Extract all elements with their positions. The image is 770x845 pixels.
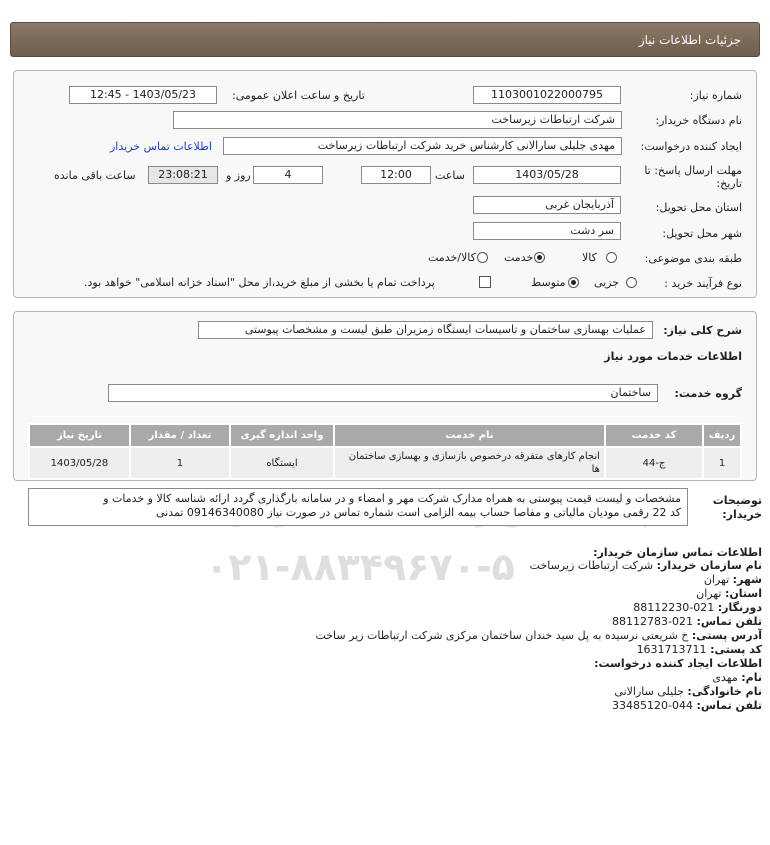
creator-contact-header: اطلاعات ایجاد کننده درخواست: — [594, 657, 762, 670]
page-title-bar: جزئیات اطلاعات نیاز — [10, 22, 760, 57]
category-option-goods-service: کالا/خدمت — [428, 251, 476, 264]
process-option-medium: متوسط — [531, 276, 566, 289]
category-option-service: خدمت — [504, 251, 534, 264]
summary-field: عملیات بهسازی ساختمان و تاسیسات ایستگاه … — [198, 321, 653, 339]
col-service-code: کد خدمت — [603, 423, 705, 448]
deadline-label: مهلت ارسال پاسخ: تا تاریخ: — [644, 164, 742, 190]
cell-service-name: انجام کارهای متفرقه درخصوص بازسازی و بهس… — [332, 446, 606, 480]
deadline-time-label: ساعت — [435, 169, 465, 182]
cell-need-date: 1403/05/28 — [28, 446, 131, 480]
col-row-number: ردیف — [702, 423, 742, 448]
process-radio-medium[interactable] — [568, 277, 579, 288]
buyer-notes-line2: کد 22 رقمی مودیان مالیاتی و مفاصا حساب ب… — [155, 506, 681, 519]
announce-label: تاریخ و ساعت اعلان عمومی: — [232, 89, 365, 102]
process-radio-minor[interactable] — [626, 277, 637, 288]
contact-address: آدرس پستی: خ شریعتی نرسیده به پل سید خند… — [315, 629, 762, 642]
process-option-minor: جزیی — [594, 276, 620, 289]
col-service-name: نام خدمت — [332, 423, 606, 448]
watermark-phone: ۰۲۱-۸۸۳۴۹۶۷۰-۵ — [205, 545, 515, 589]
category-label: طبقه بندی موضوعی: — [644, 252, 742, 265]
category-radio-goods[interactable] — [606, 252, 617, 263]
cell-unit: ایستگاه — [228, 446, 335, 480]
col-need-date: تاریخ نیاز — [28, 423, 131, 448]
table-header-row: ردیف کد خدمت نام خدمت واحد اندازه گیری ت… — [28, 423, 742, 448]
treasury-payment-checkbox[interactable] — [479, 276, 491, 288]
creator-field: مهدی جلیلی سارالانی کارشناس خرید شرکت ار… — [223, 137, 622, 155]
need-number-field: 1103001022000795 — [473, 86, 621, 104]
creator-name: نام: مهدی — [712, 671, 762, 684]
cell-service-code: ج-44 — [603, 446, 705, 480]
service-group-field: ساختمان — [108, 384, 658, 402]
deadline-date-field: 1403/05/28 — [473, 166, 621, 184]
province-label: استان محل تحویل: — [655, 201, 742, 214]
cell-quantity: 1 — [128, 446, 231, 480]
creator-label: ایجاد کننده درخواست: — [640, 140, 742, 153]
buyer-contact-header: اطلاعات تماس سازمان خریدار: — [593, 546, 762, 559]
remaining-time-field: 23:08:21 — [148, 166, 218, 184]
creator-phone: تلفن تماس: 044-33485120 — [612, 699, 762, 712]
col-quantity: تعداد / مقدار — [128, 423, 231, 448]
category-radio-service[interactable] — [534, 252, 545, 263]
contact-postal: کد پستی: 1631713711 — [636, 643, 762, 656]
contact-city: شهر: تهران — [703, 573, 762, 586]
cell-row-number: 1 — [702, 446, 742, 480]
service-group-label: گروه خدمت: — [674, 387, 742, 400]
contact-province: استان: تهران — [696, 587, 762, 600]
contact-fax: دورنگار: 021-88112230 — [633, 601, 762, 614]
buyer-org-field: شرکت ارتباطات زیرساخت — [173, 111, 622, 129]
buyer-org-label: نام دستگاه خریدار: — [655, 114, 742, 127]
city-label: شهر محل تحویل: — [662, 227, 742, 240]
buyer-contact-link[interactable]: اطلاعات تماس خریدار — [110, 140, 212, 153]
buyer-notes-box: مشخصات و لیست قیمت پیوستی به همراه مدارک… — [28, 488, 688, 526]
col-unit: واحد اندازه گیری — [228, 423, 335, 448]
services-table: ردیف کد خدمت نام خدمت واحد اندازه گیری ت… — [28, 423, 742, 480]
days-label: روز و — [226, 169, 251, 182]
category-radio-goods-service[interactable] — [477, 252, 488, 263]
services-section-title: اطلاعات خدمات مورد نیاز — [604, 350, 742, 363]
city-field: سر دشت — [473, 222, 621, 240]
contact-phone: تلفن تماس: 021-88112783 — [612, 615, 762, 628]
province-field: آذربایجان غربی — [473, 196, 621, 214]
contact-org: نام سازمان خریدار: شرکت ارتباطات زیرساخت — [529, 559, 762, 572]
category-option-goods: کالا — [582, 251, 597, 264]
table-row: 1 ج-44 انجام کارهای متفرقه درخصوص بازساز… — [28, 446, 742, 480]
deadline-time-field: 12:00 — [361, 166, 431, 184]
creator-family: نام خانوادگی: جلیلی سارالانی — [614, 685, 762, 698]
process-label: نوع فرآیند خرید : — [664, 277, 742, 290]
need-number-label: شماره نیاز: — [689, 89, 742, 102]
remaining-label: ساعت باقی مانده — [54, 169, 136, 182]
treasury-payment-note: پرداخت تمام یا بخشی از مبلغ خرید،از محل … — [84, 276, 435, 289]
days-remaining-field: 4 — [253, 166, 323, 184]
buyer-notes-label: توضیحات خریدار: — [712, 494, 762, 521]
page-title: جزئیات اطلاعات نیاز — [638, 33, 741, 47]
summary-label: شرح کلی نیاز: — [663, 324, 742, 337]
announce-datetime-field: 1403/05/23 - 12:45 — [69, 86, 217, 104]
buyer-notes-line1: مشخصات و لیست قیمت پیوستی به همراه مدارک… — [103, 492, 681, 505]
